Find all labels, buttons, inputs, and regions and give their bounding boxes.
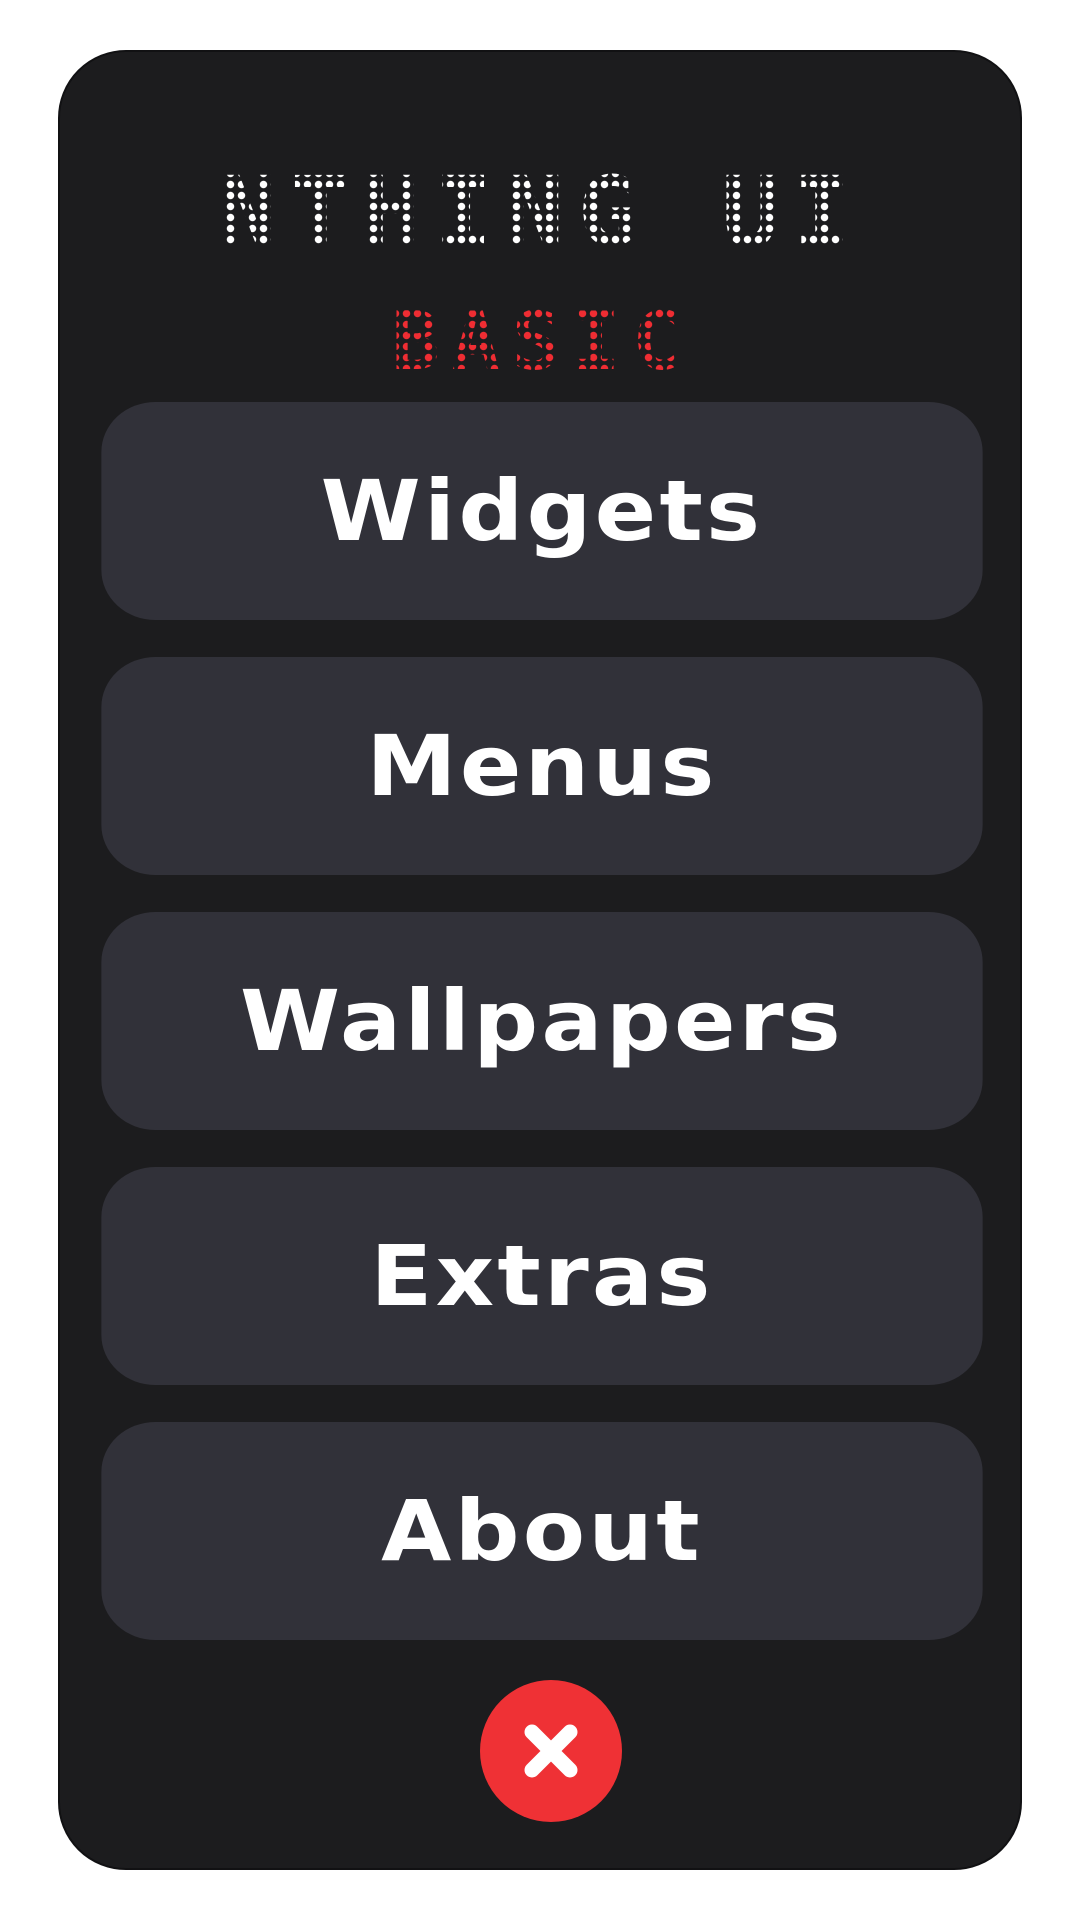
menu-panel: NTHING UI BASIC Widgets Menus Wallpapers…: [58, 50, 1022, 1870]
app-subtitle: BASIC: [60, 297, 1024, 387]
extras-button-label: Extras: [370, 1227, 714, 1325]
extras-button[interactable]: Extras: [101, 1167, 983, 1385]
widgets-button-label: Widgets: [320, 462, 764, 560]
close-icon: [524, 1724, 578, 1778]
app-title: NTHING UI: [60, 157, 1024, 267]
widgets-button[interactable]: Widgets: [101, 402, 983, 620]
menus-button[interactable]: Menus: [101, 657, 983, 875]
about-button[interactable]: About: [101, 1422, 983, 1640]
wallpapers-button[interactable]: Wallpapers: [101, 912, 983, 1130]
about-button-label: About: [381, 1482, 703, 1580]
wallpapers-button-label: Wallpapers: [239, 972, 844, 1070]
main-menu: Widgets Menus Wallpapers Extras About: [101, 402, 983, 1677]
menus-button-label: Menus: [366, 717, 718, 815]
close-button[interactable]: [480, 1680, 622, 1822]
